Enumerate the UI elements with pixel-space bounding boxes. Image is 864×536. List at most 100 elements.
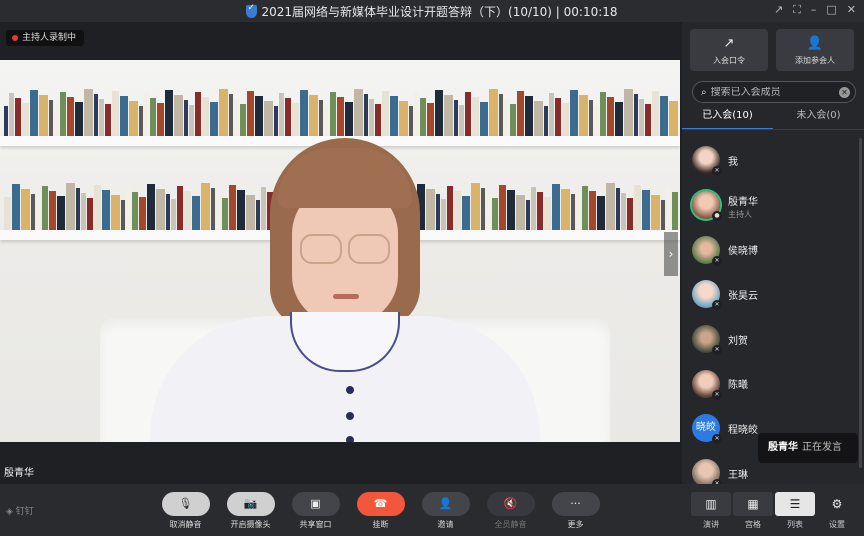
book-spine <box>189 105 194 136</box>
book-spine <box>427 103 434 136</box>
phone-hangup-icon: ☎ <box>356 492 405 516</box>
book-spine <box>634 185 641 230</box>
book-spine <box>390 96 398 136</box>
book-spine <box>234 99 239 136</box>
mic-muted-icon: ✕ <box>712 255 722 266</box>
book-spine <box>210 102 218 136</box>
book-spine <box>661 200 665 230</box>
mute-all-button[interactable]: 🔇 全员静音 <box>478 492 543 530</box>
book-spine <box>285 98 291 136</box>
main-video[interactable]: 主持人录制中 › 殷青华 <box>0 22 680 484</box>
book-spine <box>354 89 363 136</box>
book-spine <box>582 186 588 230</box>
book-spine <box>4 197 11 230</box>
mute-all-icon: 🔇 <box>486 492 535 516</box>
book-spine <box>324 105 329 136</box>
list-item[interactable]: ✕ 我 <box>682 138 858 183</box>
book-spine <box>94 185 101 230</box>
share-icon: ↗ <box>723 36 735 51</box>
avatar: ✕ <box>692 235 722 266</box>
more-button[interactable]: ··· 更多 <box>543 492 608 530</box>
book-spine <box>639 99 644 136</box>
book-spine <box>409 106 413 136</box>
book-spine <box>399 101 408 136</box>
settings-button[interactable]: ⚙ 设置 <box>816 492 858 530</box>
book-spine <box>544 106 548 136</box>
book-spine <box>219 89 228 136</box>
book-spine <box>184 100 188 136</box>
book-spine <box>364 94 368 136</box>
list-item[interactable]: ✕ 刘贺 <box>682 317 858 362</box>
gear-icon: ⚙ <box>831 497 843 511</box>
chevron-right-icon[interactable]: › <box>664 232 678 276</box>
speaking-toast: 殷青华 正在发言 <box>758 433 858 463</box>
list-item[interactable]: ● 殷青华 主持人 <box>682 183 858 228</box>
share-window-button[interactable]: ▣ 共享窗口 <box>283 492 348 530</box>
book-spine <box>382 91 389 136</box>
maximize-icon[interactable]: □ <box>826 3 836 17</box>
book-spine <box>337 97 344 136</box>
hang-up-button[interactable]: ☎ 挂断 <box>348 492 413 530</box>
book-spine <box>576 199 581 230</box>
book-spine <box>81 193 86 230</box>
book-spine <box>571 194 575 230</box>
close-icon[interactable]: ✕ <box>847 3 856 17</box>
list-item[interactable]: ✕ 张昊云 <box>682 272 858 317</box>
unmute-button[interactable]: 🎙 取消静音 <box>153 492 218 530</box>
book-spine <box>319 100 323 136</box>
microphone-muted-icon: 🎙 <box>161 492 210 516</box>
book-spine <box>561 189 570 230</box>
fullscreen-icon[interactable]: ⛶ <box>793 3 801 17</box>
member-tabs: 已入会(10) 未入会(0) <box>682 106 864 130</box>
book-spine <box>589 100 593 136</box>
start-camera-button[interactable]: 📷 开启摄像头 <box>218 492 283 530</box>
book-spine <box>126 187 131 230</box>
popout-icon[interactable]: ↗ <box>774 3 783 17</box>
clear-icon[interactable]: ✕ <box>839 87 850 98</box>
book-spine <box>549 93 554 136</box>
invite-user-icon: 👤 <box>421 492 470 516</box>
avatar: ✕ <box>692 280 722 311</box>
invite-button[interactable]: 👤 邀请 <box>413 492 478 530</box>
minimize-icon[interactable]: – <box>811 3 817 17</box>
book-spine <box>642 190 650 230</box>
book-spine <box>279 93 284 136</box>
book-spine <box>652 91 659 136</box>
book-spine <box>240 104 246 136</box>
book-spine <box>121 200 125 230</box>
list-layout-icon: ☰ <box>775 492 815 516</box>
book-spine <box>459 105 464 136</box>
book-spine <box>129 101 138 136</box>
book-spine <box>75 102 83 136</box>
book-spine <box>375 104 381 136</box>
recording-badge-label: 主持人录制中 <box>22 33 77 43</box>
book-spine <box>42 186 48 230</box>
member-list-scrollbar[interactable] <box>859 138 862 468</box>
avatar: ● <box>692 191 722 222</box>
mic-muted-icon: ✕ <box>712 345 722 356</box>
title-bar: 2021届网络与新媒体毕业设计开题答辩（下）(10/10) | 00:10:18… <box>0 0 864 22</box>
recording-badge: 主持人录制中 <box>6 30 85 46</box>
add-participant-button[interactable]: 👤 添加参会人 <box>776 29 854 71</box>
tab-not-joined[interactable]: 未入会(0) <box>773 106 864 130</box>
book-spine <box>570 90 578 136</box>
member-search: ⌕ ✕ <box>692 81 856 103</box>
speaker-view-button[interactable]: ▥ 演讲 <box>690 492 732 530</box>
list-view-button[interactable]: ☰ 列表 <box>774 492 816 530</box>
book-spine <box>255 96 263 136</box>
bookshelf-row-top <box>0 88 680 136</box>
meeting-code-button[interactable]: ↗ 入会口令 <box>690 29 768 71</box>
book-spine <box>666 187 671 230</box>
book-spine <box>579 95 588 136</box>
tab-joined[interactable]: 已入会(10) <box>682 106 773 130</box>
book-spine <box>634 94 638 136</box>
book-spine <box>99 99 104 136</box>
list-item[interactable]: ✕ 陈曦 <box>682 361 858 406</box>
book-spine <box>330 92 336 136</box>
search-input[interactable] <box>710 86 831 98</box>
list-item[interactable]: ✕ 侯晓博 <box>682 227 858 272</box>
book-spine <box>621 193 626 230</box>
book-spine <box>49 100 53 136</box>
book-spine <box>49 191 56 230</box>
grid-view-button[interactable]: ▦ 宫格 <box>732 492 774 530</box>
